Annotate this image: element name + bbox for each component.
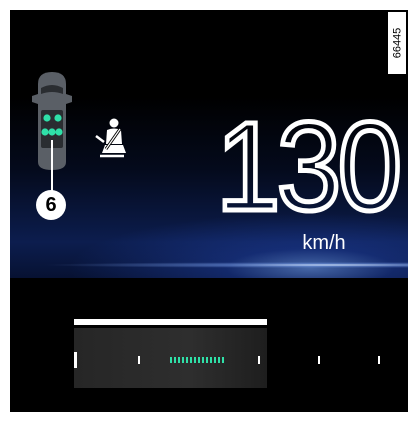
scale-tick — [378, 356, 380, 364]
scale-tick — [138, 356, 140, 364]
lane-bar — [74, 319, 267, 325]
reference-number: 66445 — [388, 12, 406, 74]
seat-indicator-front-left — [43, 114, 51, 122]
scale-tick-start — [74, 352, 77, 368]
horizon-light — [40, 262, 408, 268]
scale-tick — [318, 356, 320, 364]
speed-unit: km/h — [302, 232, 346, 254]
reference-number-text: 66445 — [391, 27, 403, 59]
instrument-cluster-display: 66445 6 130 km/h — [10, 10, 408, 412]
seat-indicator-rear-left — [41, 128, 49, 136]
scale-ticks — [74, 352, 380, 368]
speed-value: 130 — [214, 96, 408, 237]
callout-badge: 6 — [36, 190, 66, 220]
seatbelt-icon — [95, 118, 126, 158]
scale-tick — [258, 356, 260, 364]
speed-value-text: 130 — [214, 96, 405, 237]
scale-active-range — [170, 357, 224, 363]
seat-indicator-front-right — [54, 114, 62, 122]
callout-line — [51, 140, 53, 194]
seat-indicator-rear-right — [55, 128, 63, 136]
seat-indicator-rear-center — [48, 128, 56, 136]
